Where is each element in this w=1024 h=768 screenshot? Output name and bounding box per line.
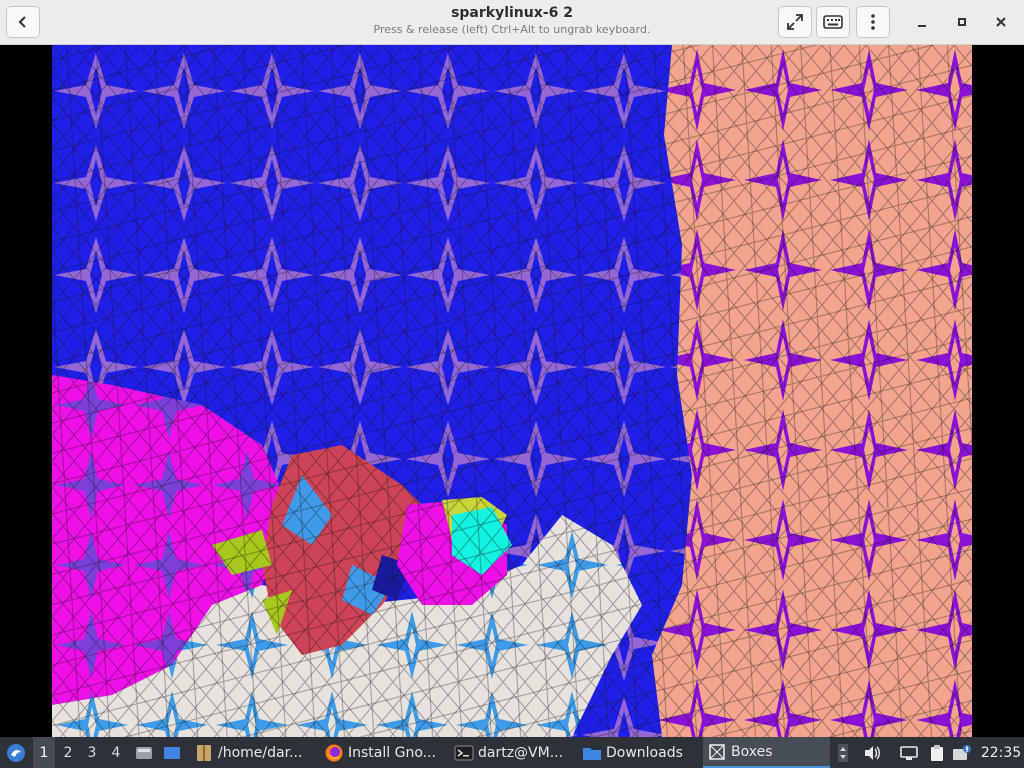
update-notification-icon <box>953 744 971 760</box>
task-downloads[interactable]: Downloads <box>578 737 700 768</box>
volume-button[interactable] <box>860 737 884 768</box>
folder-icon <box>583 747 601 760</box>
workspace-4[interactable]: 4 <box>105 737 127 768</box>
network-icon <box>900 745 918 760</box>
clipboard-icon <box>931 744 943 761</box>
network-button[interactable] <box>896 737 922 768</box>
penrose-tiling-wallpaper <box>52 45 972 737</box>
penrose-tiling-image <box>52 45 972 737</box>
clock[interactable]: 22:35 <box>980 737 1022 768</box>
speaker-icon <box>865 745 880 760</box>
fullscreen-button[interactable] <box>778 6 812 38</box>
keyboard-button[interactable] <box>816 6 850 38</box>
task-boxes[interactable]: Boxes <box>703 737 830 768</box>
desktop-icon <box>164 746 180 759</box>
back-button[interactable] <box>6 6 40 38</box>
minimize-button[interactable] <box>908 8 936 36</box>
minimize-icon <box>918 25 926 27</box>
app-menu-button[interactable] <box>4 737 28 768</box>
file-manager-launcher[interactable] <box>132 737 156 768</box>
window-subtitle: Press & release (left) Ctrl+Alt to ungra… <box>373 23 651 36</box>
task-label: dartz@VM... <box>478 744 564 761</box>
drive-icon <box>136 746 152 759</box>
window-title: sparkylinux-6 2 <box>451 5 573 21</box>
workspace-2[interactable]: 2 <box>57 737 79 768</box>
close-icon <box>996 17 1006 27</box>
task-home-folder[interactable]: /home/dar... <box>190 737 312 768</box>
close-button[interactable] <box>987 8 1015 36</box>
workspace-3[interactable]: 3 <box>81 737 103 768</box>
task-label: Boxes <box>731 743 773 760</box>
keyboard-icon <box>823 15 843 29</box>
task-label: Install Gno... <box>348 744 436 761</box>
taskbar: 1 2 3 4 /home/dar... Install Gno... dart… <box>0 737 1024 768</box>
header-bar: sparkylinux-6 2 Press & release (left) C… <box>0 0 1024 45</box>
menu-button[interactable] <box>856 6 890 38</box>
terminal-icon <box>454 745 474 760</box>
workspace-1[interactable]: 1 <box>33 737 55 768</box>
updates-button[interactable] <box>950 737 974 768</box>
boxes-icon <box>709 743 725 760</box>
show-desktop-button[interactable] <box>160 737 184 768</box>
clipboard-button[interactable] <box>926 737 948 768</box>
firefox-icon <box>325 744 343 761</box>
tray-scroll-button[interactable] <box>834 737 852 768</box>
sparky-logo-icon <box>7 743 25 762</box>
maximize-icon <box>958 18 966 26</box>
task-firefox[interactable]: Install Gno... <box>320 737 444 768</box>
archive-folder-icon <box>197 744 211 761</box>
scroll-arrows-icon <box>838 743 848 762</box>
task-label: /home/dar... <box>218 744 303 761</box>
fullscreen-icon <box>787 14 803 30</box>
chevron-left-icon <box>18 16 26 28</box>
maximize-button[interactable] <box>948 8 976 36</box>
task-label: Downloads <box>606 744 683 761</box>
kebab-menu-icon <box>871 14 875 30</box>
vm-display[interactable] <box>0 45 1024 737</box>
task-terminal[interactable]: dartz@VM... <box>450 737 574 768</box>
